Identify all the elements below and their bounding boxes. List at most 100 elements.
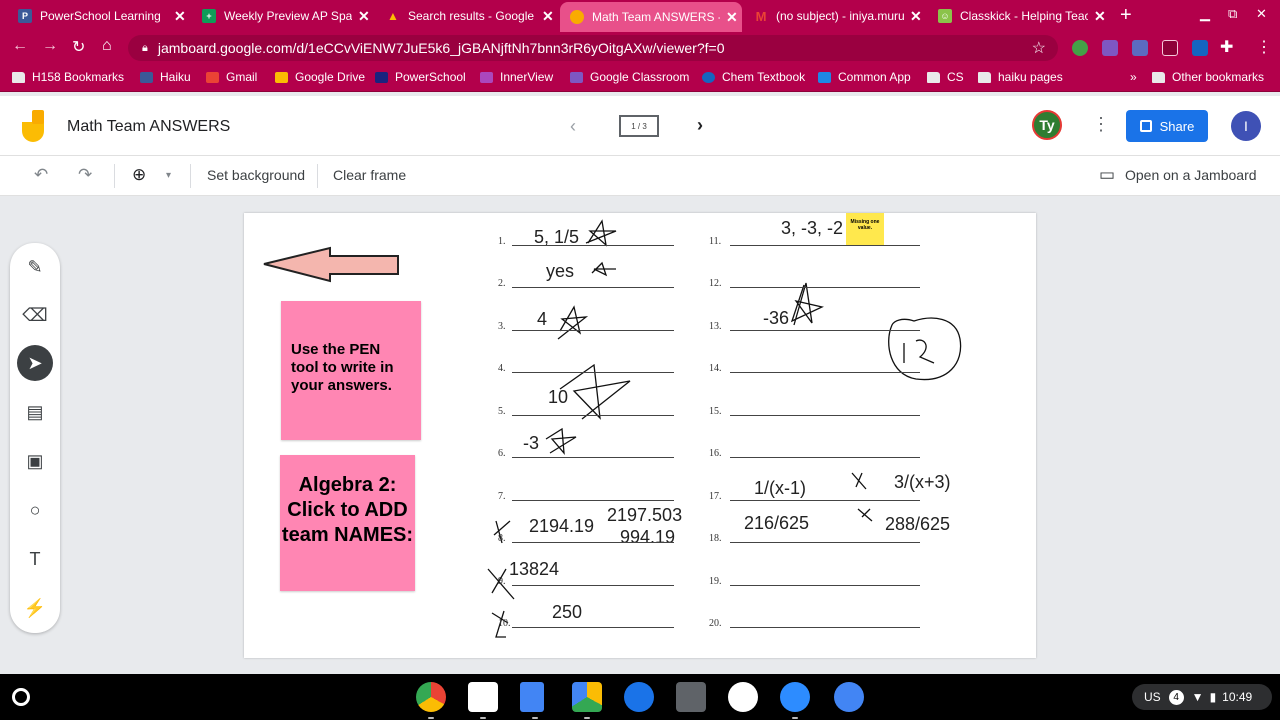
- question-number: 8.: [498, 533, 506, 544]
- puzzle-extensions-icon[interactable]: ✚: [1220, 37, 1233, 57]
- docs-app-icon[interactable]: [520, 682, 544, 719]
- open-on-jamboard-button[interactable]: Open on a Jamboard: [1125, 167, 1257, 183]
- redo-icon[interactable]: ↷: [78, 165, 92, 185]
- powerschool-icon: [375, 71, 388, 83]
- zoom-app-icon[interactable]: [780, 682, 810, 719]
- bookmark-haiku-pages[interactable]: haiku pages: [978, 70, 1063, 84]
- jam-frame[interactable]: Use the PEN tool to write in your answer…: [244, 213, 1036, 658]
- jamboard-header: Math Team ANSWERS ‹ 1 / 3 › Ty ⋮ Share I: [0, 96, 1280, 156]
- address-bar[interactable]: 🔒︎ jamboard.google.com/d/1eCCvViENW7JuE5…: [128, 35, 1058, 61]
- zoom-icon[interactable]: ⊕: [132, 165, 146, 185]
- close-icon[interactable]: ✕: [358, 8, 370, 25]
- commonapp-icon: [818, 71, 831, 83]
- image-tool-icon[interactable]: ▣: [17, 443, 53, 479]
- chrome-menu-icon[interactable]: ⋮: [1256, 37, 1272, 57]
- bookmark-h158[interactable]: H158 Bookmarks: [12, 70, 124, 84]
- document-title[interactable]: Math Team ANSWERS: [67, 118, 230, 136]
- reload-icon[interactable]: ↻: [72, 37, 85, 57]
- bookmark-other[interactable]: Other bookmarks: [1152, 70, 1264, 84]
- restore-icon[interactable]: ⧉: [1228, 6, 1237, 22]
- select-tool-icon[interactable]: ➤: [17, 345, 53, 381]
- tab-drive-search[interactable]: ▲ Search results - Google D ✕: [376, 2, 558, 30]
- tab-classkick[interactable]: ☺ Classkick - Helping Teac ✕: [928, 2, 1110, 30]
- sticky-note-tool-icon[interactable]: ▤: [17, 394, 53, 430]
- lock-icon: 🔒︎: [142, 41, 148, 54]
- wifi-icon: ▼: [1191, 690, 1204, 704]
- present-icon[interactable]: ▭: [1099, 165, 1115, 185]
- frame-bar-button[interactable]: 1 / 3: [619, 115, 659, 137]
- files-app-icon[interactable]: [624, 682, 654, 712]
- clear-frame-button[interactable]: Clear frame: [333, 167, 406, 183]
- bookmark-innerview[interactable]: InnerView: [480, 70, 553, 84]
- home-icon[interactable]: ⌂: [102, 37, 112, 55]
- extension-icon[interactable]: [1102, 40, 1118, 56]
- pen-strokes-layer: [487, 219, 962, 638]
- navigation-bar: ← → ↻ ⌂ 🔒︎ jamboard.google.com/d/1eCCvVi…: [0, 32, 1280, 64]
- calculator-app-icon[interactable]: [676, 682, 706, 712]
- share-button[interactable]: Share: [1126, 110, 1208, 142]
- close-icon[interactable]: ✕: [174, 8, 186, 25]
- textbook-icon: [702, 71, 715, 83]
- collaborator-avatar[interactable]: Ty: [1032, 110, 1062, 140]
- bookmark-powerschool[interactable]: PowerSchool: [375, 70, 466, 84]
- play-store-app-icon[interactable]: [728, 682, 758, 712]
- forward-icon[interactable]: →: [42, 37, 58, 55]
- close-icon[interactable]: ✕: [726, 9, 738, 26]
- laser-tool-icon[interactable]: ⚡: [17, 590, 53, 626]
- bookmark-gmail[interactable]: Gmail: [206, 70, 257, 84]
- drive-app-icon[interactable]: [572, 682, 602, 719]
- gmail-icon: M: [755, 8, 767, 24]
- answer-line: [512, 627, 674, 628]
- previous-frame-icon[interactable]: ‹: [570, 116, 576, 137]
- tab-weekly-preview[interactable]: + Weekly Preview AP Span ✕: [192, 2, 374, 30]
- more-options-icon[interactable]: ⋮: [1092, 114, 1110, 135]
- haiku-icon: [140, 71, 153, 83]
- circle-tool-icon[interactable]: ○: [17, 492, 53, 528]
- bookmark-google-drive[interactable]: Google Drive: [275, 70, 365, 84]
- share-people-icon: [1139, 120, 1152, 132]
- answer-line: [512, 415, 674, 416]
- eraser-tool-icon[interactable]: ⌫: [17, 297, 53, 333]
- next-frame-icon[interactable]: ›: [697, 115, 703, 136]
- bookmark-chem-textbook[interactable]: Chem Textbook: [702, 70, 805, 84]
- chevron-down-icon[interactable]: ▾: [166, 170, 171, 181]
- pen-tool-icon[interactable]: ✎: [17, 249, 53, 285]
- close-icon[interactable]: ✕: [542, 8, 554, 25]
- close-icon[interactable]: ✕: [1094, 8, 1106, 25]
- extension-icon[interactable]: [1192, 40, 1208, 56]
- question-number: 9.: [498, 576, 506, 587]
- tab-gmail[interactable]: M (no subject) - iniya.muru ✕: [744, 2, 926, 30]
- grid-extension-icon[interactable]: [1162, 40, 1178, 56]
- launcher-icon[interactable]: [12, 688, 30, 706]
- bookmark-google-classroom[interactable]: Google Classroom: [570, 70, 689, 84]
- jamboard-logo-icon[interactable]: [22, 110, 46, 142]
- extension-icon[interactable]: [1072, 40, 1088, 56]
- text-box-tool-icon[interactable]: T: [17, 541, 53, 577]
- account-avatar[interactable]: I: [1231, 111, 1261, 141]
- bookmark-haiku[interactable]: Haiku: [140, 70, 191, 84]
- classroom-icon: [570, 71, 583, 83]
- answer-line: [730, 287, 920, 288]
- tab-math-team-answers[interactable]: ● Math Team ANSWERS - ✕: [560, 2, 742, 32]
- status-tray[interactable]: US 4 ▼ ▮ 10:49: [1132, 684, 1272, 710]
- bookmark-common-app[interactable]: Common App: [818, 70, 911, 84]
- battery-icon: ▮: [1209, 690, 1217, 704]
- set-background-button[interactable]: Set background: [207, 167, 305, 183]
- gmail-app-icon[interactable]: [468, 682, 498, 719]
- drive-icon: ▲: [387, 9, 399, 23]
- circled-twelve-mark: [888, 317, 962, 381]
- minimize-icon[interactable]: ▁: [1200, 6, 1210, 22]
- extension-icon[interactable]: [1132, 40, 1148, 56]
- tab-powerschool[interactable]: P PowerSchool Learning ✕: [8, 2, 190, 30]
- new-tab-button[interactable]: +: [1120, 4, 1132, 27]
- bookmarks-overflow-button[interactable]: »: [1130, 70, 1137, 84]
- back-icon[interactable]: ←: [12, 37, 28, 55]
- close-icon[interactable]: ✕: [910, 8, 922, 25]
- question-number: 4.: [498, 363, 506, 374]
- close-window-icon[interactable]: ✕: [1256, 6, 1267, 22]
- undo-icon[interactable]: ↶: [34, 165, 48, 185]
- bookmark-cs[interactable]: CS: [927, 70, 964, 84]
- chrome-app-icon[interactable]: [416, 682, 446, 719]
- bookmark-star-icon[interactable]: ☆: [1032, 38, 1046, 58]
- settings-app-icon[interactable]: [834, 682, 864, 712]
